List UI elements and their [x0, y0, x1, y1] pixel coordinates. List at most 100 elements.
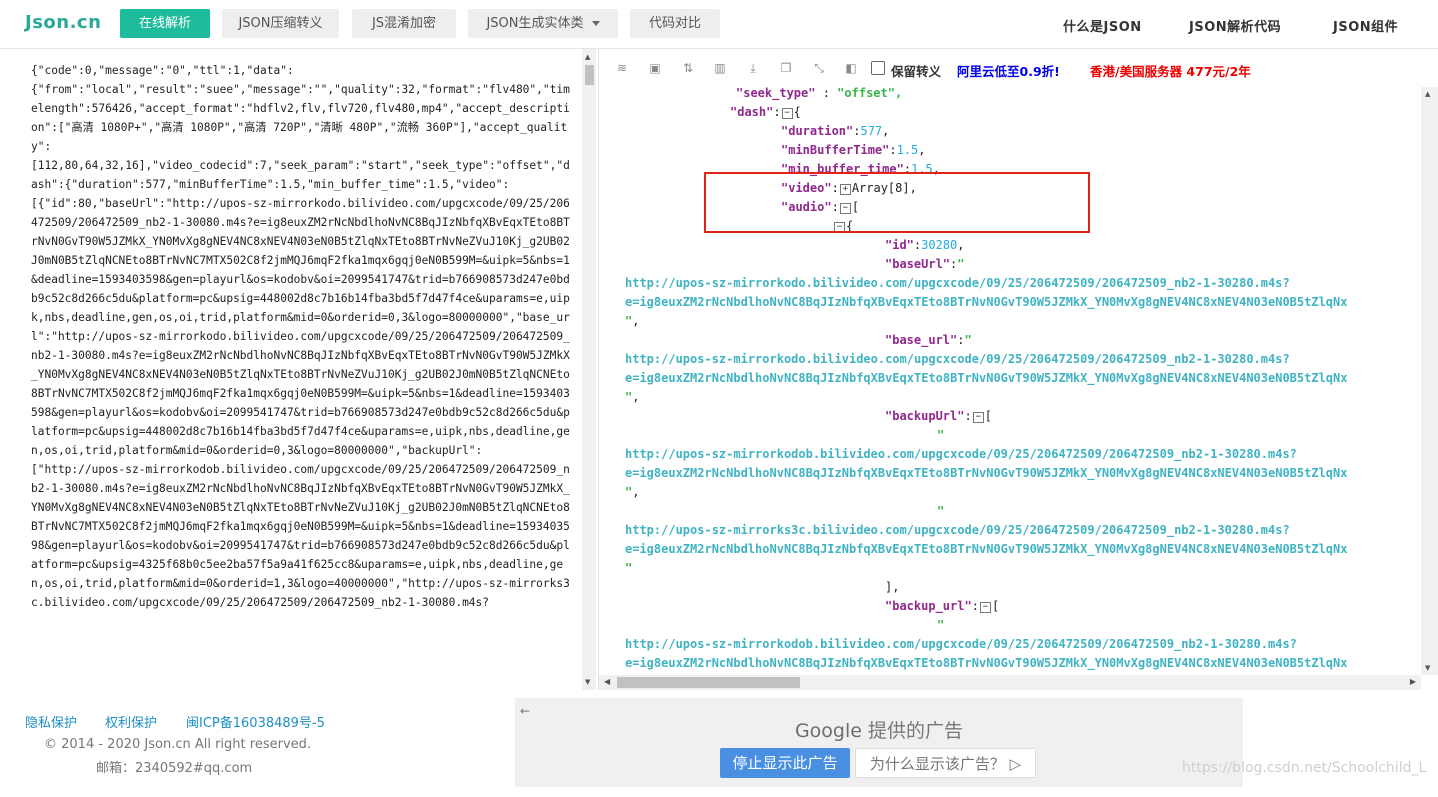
- key-baseurl: "baseUrl": [885, 257, 951, 271]
- left-scroll-thumb[interactable]: [585, 65, 594, 85]
- value-url[interactable]: http://upos-sz-mirrorkodob.bilivideo.com…: [625, 637, 1297, 651]
- left-vertical-scrollbar[interactable]: ▲ ▼: [582, 49, 596, 690]
- tree-line-url: http://upos-sz-mirrorkodob.bilivideo.com…: [625, 635, 1297, 654]
- nav-json-parse-code[interactable]: JSON解析代码: [1189, 16, 1281, 35]
- keep-escape-label[interactable]: 保留转义: [891, 61, 941, 80]
- value-url-cont[interactable]: e=ig8euxZM2rNcNbdlhoNvNC8BqJIzNbfqXBvEqx…: [625, 466, 1347, 480]
- key-dash: "dash": [730, 105, 774, 119]
- right-vertical-scrollbar[interactable]: ▲ ▼: [1421, 87, 1438, 675]
- tree-line-baseurl: "baseUrl":": [885, 257, 965, 271]
- value-url[interactable]: http://upos-sz-mirrorkodo.bilivideo.com/…: [625, 352, 1290, 366]
- nav-json-components[interactable]: JSON组件: [1333, 16, 1398, 35]
- scroll-down-icon[interactable]: ▼: [1425, 664, 1430, 672]
- scroll-up-icon[interactable]: ▲: [585, 53, 590, 61]
- ad-choices-icon: ▷: [1009, 755, 1022, 773]
- trash-icon[interactable]: ▥: [713, 61, 727, 75]
- nav-json-entity-dropdown[interactable]: JSON生成实体类: [468, 9, 618, 38]
- value-url[interactable]: http://upos-sz-mirrorks3c.bilivideo.com/…: [625, 523, 1290, 537]
- scroll-right-icon[interactable]: ▶: [1410, 677, 1416, 686]
- tree-line-url: http://upos-sz-mirrorks3c.bilivideo.com/…: [625, 521, 1290, 540]
- value-url-cont[interactable]: e=ig8euxZM2rNcNbdlhoNvNC8BqJIzNbfqXBvEqx…: [625, 542, 1347, 556]
- tree-line-array-close: ],: [885, 580, 900, 594]
- key-seek-type: "seek_type": [736, 87, 816, 100]
- tree-line-base-url: "base_url":": [885, 333, 972, 347]
- highlight-annotation-box: [704, 172, 1090, 233]
- why-ad-label: 为什么显示该广告？: [869, 755, 1005, 773]
- copyright-text: © 2014 - 2020 Json.cn All right reserved…: [44, 737, 312, 752]
- tree-line-backupurl: "backupUrl": −[: [885, 409, 992, 423]
- tree-line-url-end: ": [625, 561, 633, 575]
- hk-server-ad-link[interactable]: 香港/美国服务器 477元/2年: [1090, 61, 1251, 80]
- key-duration: "duration": [781, 124, 854, 138]
- value-url-cont[interactable]: e=ig8euxZM2rNcNbdlhoNvNC8BqJIzNbfqXBvEqx…: [625, 371, 1347, 385]
- expand-icon[interactable]: ◧: [844, 61, 858, 75]
- scroll-down-icon[interactable]: ▼: [585, 678, 590, 686]
- google-ad-panel: ← Google 提供的广告 停止显示此广告 为什么显示该广告？ ▷: [515, 698, 1243, 787]
- nav-what-is-json[interactable]: 什么是JSON: [1063, 16, 1142, 35]
- value-url-cont[interactable]: e=ig8euxZM2rNcNbdlhoNvNC8BqJIzNbfqXBvEqx…: [625, 295, 1347, 309]
- stop-ad-button[interactable]: 停止显示此广告: [720, 748, 850, 778]
- keep-escape-checkbox[interactable]: [871, 61, 885, 75]
- key-minbuffertime: "minBufferTime": [781, 143, 890, 157]
- key-backup-url: "backup_url": [885, 599, 972, 613]
- key-base-url: "base_url": [885, 333, 958, 347]
- tree-line-seek-type: "seek_type" : "offset",: [736, 87, 903, 100]
- value-url[interactable]: http://upos-sz-mirrorkodob.bilivideo.com…: [625, 447, 1297, 461]
- collapse-toggle-icon[interactable]: −: [781, 108, 793, 119]
- horizontal-scroll-thumb[interactable]: [617, 677, 800, 688]
- nav-online-parse[interactable]: 在线解析: [120, 9, 210, 38]
- tree-line-url-cont: e=ig8euxZM2rNcNbdlhoNvNC8BqJIzNbfqXBvEqx…: [625, 464, 1347, 483]
- right-horizontal-scrollbar[interactable]: ◀ ▶: [599, 675, 1421, 690]
- tree-line-duration: "duration":577,: [781, 124, 890, 138]
- key-backupurl: "backupUrl": [885, 409, 965, 423]
- why-ad-button[interactable]: 为什么显示该广告？ ▷: [855, 748, 1036, 778]
- value-url[interactable]: http://upos-sz-mirrorkodo.bilivideo.com/…: [625, 276, 1290, 290]
- nav-json-entity-label: JSON生成实体类: [486, 16, 584, 31]
- value-id: 30280: [921, 238, 958, 252]
- rights-link[interactable]: 权利保护: [105, 712, 157, 731]
- tree-line-url-cont: e=ig8euxZM2rNcNbdlhoNvNC8BqJIzNbfqXBvEqx…: [625, 369, 1347, 388]
- tree-line-url: http://upos-sz-mirrorkodob.bilivideo.com…: [625, 445, 1297, 464]
- tree-line-minbuffertime: "minBufferTime":1.5,: [781, 143, 926, 157]
- contact-email: 邮箱：2340592#qq.com: [96, 761, 253, 776]
- value-url-cont[interactable]: e=ig8euxZM2rNcNbdlhoNvNC8BqJIzNbfqXBvEqx…: [625, 656, 1347, 670]
- key-id: "id": [885, 238, 914, 252]
- scroll-up-icon[interactable]: ▲: [1425, 90, 1430, 98]
- file-excel-icon[interactable]: ▣: [648, 61, 662, 75]
- collapse-toggle-icon[interactable]: −: [979, 602, 991, 613]
- icp-link[interactable]: 闽ICP备16038489号-5: [186, 712, 325, 731]
- tree-line-url-cont: e=ig8euxZM2rNcNbdlhoNvNC8BqJIzNbfqXBvEqx…: [625, 654, 1347, 673]
- download-icon[interactable]: ⤓: [746, 61, 760, 75]
- tree-line-backup-url: "backup_url": −[: [885, 599, 1000, 613]
- top-navbar: Json.cn 在线解析 JSON压缩转义 JS混淆加密 JSON生成实体类 代…: [0, 0, 1438, 49]
- nav-code-compare[interactable]: 代码对比: [630, 9, 720, 38]
- copy-icon[interactable]: ❐: [779, 61, 793, 75]
- scroll-left-icon[interactable]: ◀: [604, 677, 610, 686]
- chevron-down-icon: [591, 21, 600, 26]
- value-seek-type: "offset",: [837, 87, 903, 100]
- aliyun-ad-link[interactable]: 阿里云低至0.9折!: [957, 61, 1060, 80]
- sort-icon[interactable]: ⇅: [681, 61, 695, 75]
- page-footer: 隐私保护 权利保护 闽ICP备16038489号-5 © 2014 - 2020…: [0, 690, 1438, 797]
- privacy-link[interactable]: 隐私保护: [25, 712, 77, 731]
- ad-provided-label: 提供的广告: [868, 720, 964, 742]
- google-logo: Google: [794, 720, 862, 742]
- tree-line-url-end: ",: [625, 485, 640, 499]
- tree-line-quote: ": [937, 618, 945, 632]
- tree-line-id: "id":30280,: [885, 238, 965, 252]
- tree-line-url: http://upos-sz-mirrorkodo.bilivideo.com/…: [625, 350, 1290, 369]
- nav-json-compress[interactable]: JSON压缩转义: [222, 9, 339, 38]
- json-input-text[interactable]: {"code":0,"message":"0","ttl":1,"data": …: [31, 61, 573, 612]
- json-input-editor[interactable]: {"code":0,"message":"0","ttl":1,"data": …: [0, 49, 599, 690]
- tree-line-quote: ": [937, 504, 945, 518]
- ad-provider-line: Google 提供的广告: [515, 716, 1243, 743]
- tree-line-url: http://upos-sz-mirrorkodo.bilivideo.com/…: [625, 274, 1290, 293]
- site-logo[interactable]: Json.cn: [25, 12, 101, 33]
- tree-line-dash: "dash": −{: [730, 105, 801, 119]
- tree-line-url-cont: e=ig8euxZM2rNcNbdlhoNvNC8BqJIzNbfqXBvEqx…: [625, 293, 1347, 312]
- compress-icon[interactable]: ⤡: [812, 61, 826, 75]
- collapse-toggle-icon[interactable]: −: [972, 412, 984, 423]
- value-minbuffertime: 1.5: [896, 143, 919, 157]
- database-icon[interactable]: ≋: [615, 61, 629, 75]
- nav-js-obfuscate[interactable]: JS混淆加密: [352, 9, 456, 38]
